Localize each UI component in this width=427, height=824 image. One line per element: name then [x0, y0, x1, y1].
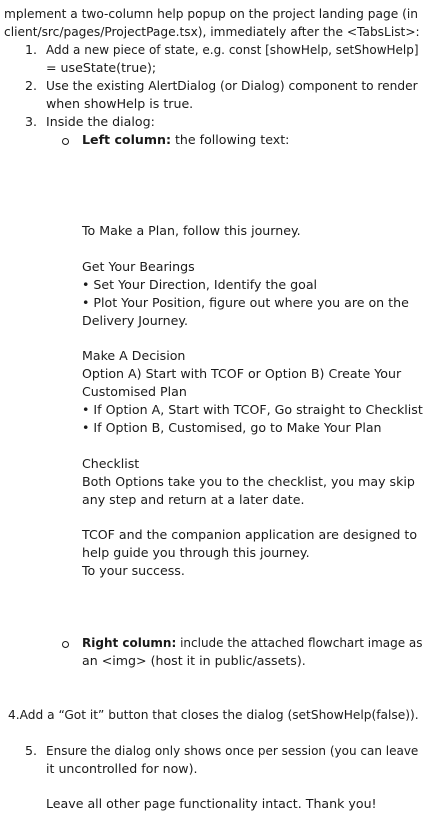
- left-column-bullet-icon: [62, 138, 69, 145]
- help-heading-decision: Make A Decision: [82, 348, 186, 363]
- help-options-line-1: Option A) Start with TCOF or Option B) C…: [82, 366, 402, 381]
- right-column-instruction-1: Right column: include the attached flowc…: [82, 634, 423, 652]
- right-column-instruction-2: an <img> (host it in public/assets).: [82, 653, 306, 668]
- step-5-line-2: it uncontrolled for now).: [46, 761, 198, 776]
- step-3-number: 3.: [25, 114, 38, 129]
- step-1-number: 1.: [25, 42, 38, 57]
- step-1-line-1: Add a new piece of state, e.g. const [sh…: [46, 43, 419, 57]
- help-bullet-position-1: • Plot Your Position, figure out where y…: [82, 295, 409, 310]
- help-bullet-option-b: • If Option B, Customised, go to Make Yo…: [82, 420, 382, 435]
- help-tcof-line-1: TCOF and the companion application are d…: [82, 527, 418, 542]
- right-column-bullet-icon: [62, 641, 69, 648]
- step-5-number: 5.: [25, 743, 38, 758]
- step-3-line-1: Inside the dialog:: [46, 114, 155, 129]
- right-column-label: Right column:: [82, 636, 177, 650]
- help-tcof-line-2: help guide you through this journey.: [82, 545, 310, 560]
- help-heading-checklist: Checklist: [82, 456, 140, 471]
- help-bullet-option-a: • If Option A, Start with TCOF, Go strai…: [82, 402, 423, 417]
- help-checklist-line-1: Both Options take you to the checklist, …: [82, 474, 415, 489]
- step-5-line-1: Ensure the dialog only shows once per se…: [46, 744, 419, 758]
- help-bullet-direction: • Set Your Direction, Identify the goal: [82, 277, 318, 292]
- help-heading-bearings: Get Your Bearings: [82, 259, 195, 274]
- help-bullet-position-2: Delivery Journey.: [82, 313, 189, 328]
- right-column-rest: include the attached flowchart image as: [176, 636, 423, 650]
- step-2-line-1: Use the existing AlertDialog (or Dialog)…: [46, 79, 418, 93]
- message-document: mplement a two-column help popup on the …: [0, 0, 427, 824]
- closing-line: Leave all other page functionality intac…: [46, 796, 377, 811]
- intro-line-2: client/src/pages/ProjectPage.tsx), immed…: [4, 25, 420, 39]
- step-4-line: 4.Add a “Got it” button that closes the …: [8, 708, 419, 722]
- left-column-instruction: Left column: the following text:: [82, 131, 289, 149]
- left-column-label: Left column:: [82, 132, 171, 147]
- step-2-number: 2.: [25, 78, 38, 93]
- left-column-rest: the following text:: [170, 132, 290, 147]
- step-1-line-2: = useState(true);: [46, 60, 157, 75]
- help-intro: To Make a Plan, follow this journey.: [82, 223, 301, 238]
- step-2-line-2: when showHelp is true.: [46, 96, 194, 111]
- intro-line-1: mplement a two-column help popup on the …: [4, 7, 418, 21]
- help-checklist-line-2: any step and return at a later date.: [82, 492, 305, 507]
- help-tcof-line-3: To your success.: [82, 563, 185, 578]
- help-options-line-2: Customised Plan: [82, 384, 187, 399]
